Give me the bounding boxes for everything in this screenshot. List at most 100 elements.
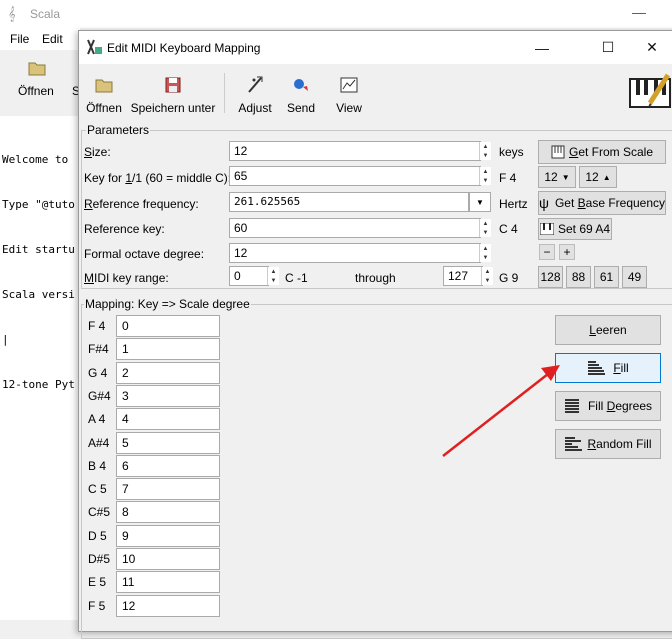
minimize-icon[interactable]: — — [519, 31, 565, 64]
fill-lines-icon — [588, 361, 606, 375]
view-button[interactable]: View — [329, 69, 369, 115]
console-line: Scala versi — [2, 288, 75, 301]
octave-spinner[interactable]: ▲ ▼ — [479, 244, 491, 262]
range-to-spinner[interactable]: ▲ ▼ — [481, 267, 493, 285]
console-line: Type "@tuto — [2, 198, 75, 211]
mapping-degree-input[interactable]: 4 — [116, 408, 220, 431]
mapping-degree-input[interactable]: 8 — [116, 501, 220, 524]
send-button[interactable]: Send — [281, 69, 321, 115]
minus-button[interactable]: − — [539, 244, 555, 260]
clear-button[interactable]: Leeren — [555, 315, 661, 345]
fill-degrees-button[interactable]: Fill Degrees — [555, 391, 661, 421]
piano-keys-icon — [539, 223, 554, 235]
background-menubar: File Edit — [0, 28, 80, 50]
mapping-key-label: G#4 — [88, 388, 111, 403]
get-base-frequency-button[interactable]: ψ Get Base Frequency — [538, 191, 666, 215]
plus-button[interactable]: + — [559, 244, 575, 260]
random-fill-icon — [565, 437, 583, 451]
range-from-spinner[interactable]: ▲ ▼ — [267, 267, 279, 285]
chart-icon — [340, 77, 358, 93]
key-note: F 4 — [499, 171, 517, 185]
mapping-key-label: C#5 — [88, 505, 111, 520]
mapping-degree-input[interactable]: 9 — [116, 524, 220, 547]
console-line: Edit startu — [2, 243, 75, 256]
range-preset-49[interactable]: 49 — [622, 266, 647, 288]
decrement-select[interactable]: 12 ▼ — [538, 166, 576, 188]
mapping-degree-input[interactable]: 0 — [116, 315, 220, 337]
midi-mapping-dialog: Edit MIDI Keyboard Mapping — ☐ ✕ Öffnen … — [78, 30, 672, 639]
range-to-note: G 9 — [499, 271, 519, 285]
range-from-input[interactable]: 0 — [229, 266, 269, 286]
key-input[interactable]: 65 — [229, 166, 481, 186]
minimize-icon[interactable]: — — [632, 4, 646, 20]
range-from-note: C -1 — [285, 271, 308, 285]
folder-icon — [28, 62, 46, 76]
mapping-degree-input[interactable]: 1 — [116, 338, 220, 361]
ref-freq-dropdown[interactable]: ▼ — [469, 192, 491, 212]
mapping-key-label: G 4 — [88, 365, 108, 380]
folder-icon — [95, 79, 113, 93]
mapping-key-label: B 4 — [88, 458, 107, 473]
ref-key-spinner[interactable]: ▲ ▼ — [479, 219, 491, 237]
range-preset-88[interactable]: 88 — [566, 266, 591, 288]
console-line: Welcome to — [2, 153, 69, 166]
menu-edit[interactable]: Edit — [42, 32, 63, 46]
random-fill-button[interactable]: Random Fill — [555, 429, 661, 459]
increment-select[interactable]: 12 ▲ — [579, 166, 617, 188]
size-spinner[interactable]: ▲ ▼ — [479, 142, 491, 160]
mapping-key-label: A 4 — [88, 412, 106, 427]
mapping-key-label: E 5 — [88, 575, 107, 590]
background-titlebar: 𝄞 Scala — — [0, 0, 672, 28]
mapping-degree-input[interactable]: 10 — [116, 548, 220, 570]
open-button[interactable]: Öffnen — [83, 69, 125, 115]
adjust-button[interactable]: Adjust — [233, 69, 277, 115]
save-icon — [165, 77, 181, 93]
size-unit: keys — [499, 145, 524, 159]
mapping-key-label: A#4 — [88, 435, 110, 450]
maximize-icon[interactable]: ☐ — [585, 31, 631, 64]
mapping-degree-input[interactable]: 12 — [116, 594, 220, 617]
view-label: View — [336, 101, 362, 115]
key-spinner[interactable]: ▲ ▼ — [479, 167, 491, 185]
toolbar-separator — [224, 73, 225, 113]
close-icon[interactable]: ✕ — [631, 31, 672, 64]
chevron-down-icon: ▼ — [561, 172, 570, 182]
adjust-icon — [248, 76, 263, 93]
mapping-degree-input[interactable]: 7 — [116, 478, 220, 501]
save-as-label: Speichern unter — [130, 101, 216, 115]
tuning-fork-icon: ψ — [538, 195, 549, 211]
mapping-degree-input[interactable]: 2 — [116, 361, 220, 384]
range-preset-128[interactable]: 128 — [538, 266, 563, 288]
dialog-titlebar: Edit MIDI Keyboard Mapping — ☐ ✕ — [79, 31, 672, 64]
save-as-button[interactable]: Speichern unter — [129, 69, 217, 115]
mapping-key-label: D 5 — [88, 528, 107, 543]
range-through-label: through — [355, 271, 396, 285]
background-toolbar: Öffnen S — [0, 50, 80, 117]
mapping-key-label: F#4 — [88, 342, 109, 357]
mapping-degree-input[interactable]: 5 — [116, 431, 220, 454]
ref-freq-label: Reference frequency: — [84, 197, 199, 211]
mapping-degree-input[interactable]: 6 — [116, 454, 220, 477]
fill-button[interactable]: Fill — [555, 353, 661, 383]
size-input[interactable]: 12 — [229, 141, 481, 161]
octave-label: Formal octave degree: — [84, 247, 205, 261]
get-from-scale-button[interactable]: Get From Scale — [538, 140, 666, 164]
menu-file[interactable]: File — [10, 32, 29, 46]
ref-freq-input[interactable]: 261.625565 — [229, 192, 469, 212]
range-preset-61[interactable]: 61 — [594, 266, 619, 288]
range-to-input[interactable]: 127 — [443, 266, 483, 286]
parameters-legend: Parameters — [86, 123, 151, 137]
console-line: 12-tone Pyt — [2, 378, 75, 391]
mapping-degree-input[interactable]: 3 — [116, 384, 220, 407]
set-69-a4-button[interactable]: Set 69 A4 — [538, 218, 612, 240]
key-label: Key for 1/1 (60 = middle C): — [84, 171, 232, 185]
ref-freq-unit: Hertz — [499, 197, 528, 211]
ref-key-input[interactable]: 60 — [229, 218, 481, 238]
dialog-title: Edit MIDI Keyboard Mapping — [107, 41, 261, 55]
size-label: Size: — [84, 145, 111, 159]
open-label: Öffnen — [86, 101, 122, 115]
mapping-key-label: D#5 — [88, 552, 111, 566]
octave-input[interactable]: 12 — [229, 243, 481, 263]
mapping-degree-input[interactable]: 11 — [116, 571, 220, 594]
background-open-button[interactable]: Öffnen — [18, 84, 54, 98]
